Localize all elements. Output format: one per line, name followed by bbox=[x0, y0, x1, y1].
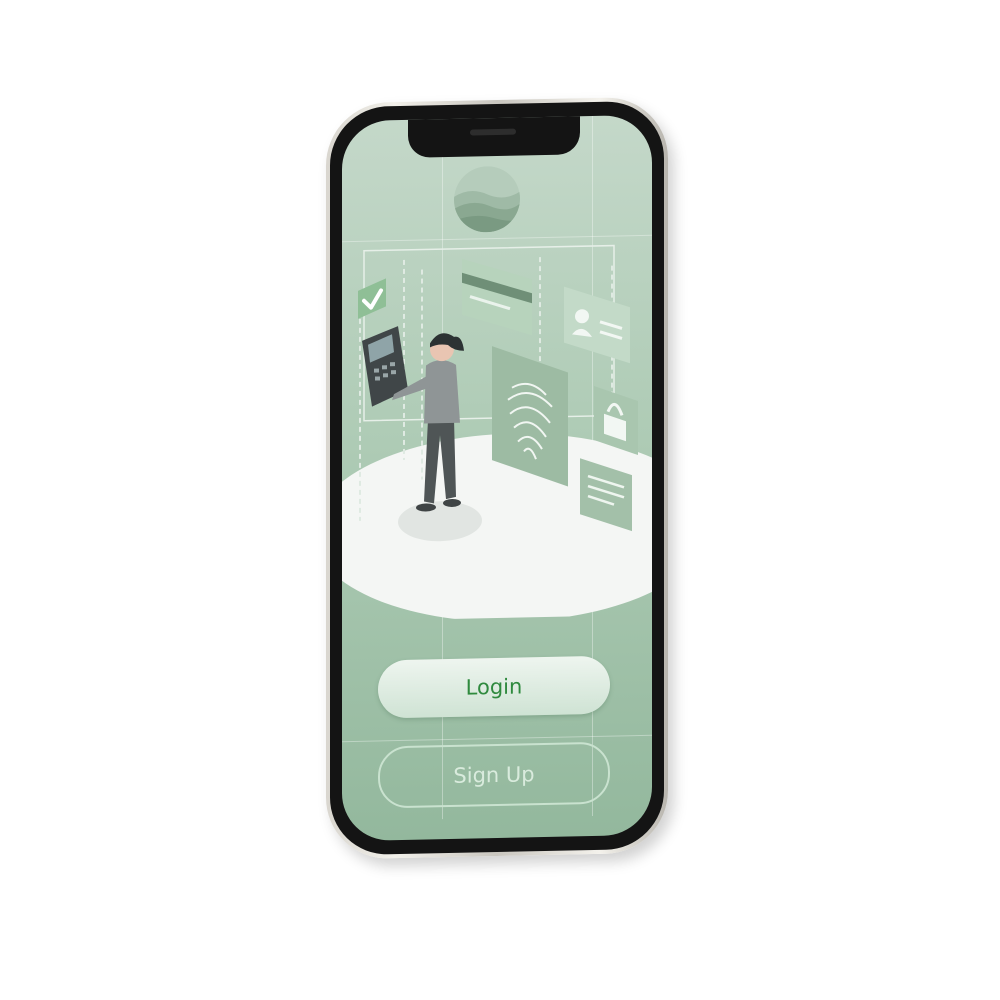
phone-frame: Login Sign Up bbox=[326, 96, 668, 860]
security-illustration bbox=[342, 244, 652, 622]
stage: Login Sign Up bbox=[0, 0, 1000, 1000]
phone-screen: Login Sign Up bbox=[342, 114, 652, 842]
login-button-label: Login bbox=[465, 674, 523, 700]
speaker-grille bbox=[470, 128, 516, 136]
hills-logo-icon bbox=[454, 166, 520, 233]
phone-bezel: Login Sign Up bbox=[330, 100, 664, 856]
login-button[interactable]: Login bbox=[378, 655, 610, 719]
checkmark-icon bbox=[358, 278, 386, 319]
id-card-icon bbox=[564, 286, 630, 364]
credit-card-icon bbox=[462, 258, 532, 336]
phone-notch bbox=[408, 114, 580, 158]
grid-line bbox=[342, 734, 652, 743]
signup-button-label: Sign Up bbox=[453, 762, 535, 788]
signup-button[interactable]: Sign Up bbox=[378, 741, 610, 809]
